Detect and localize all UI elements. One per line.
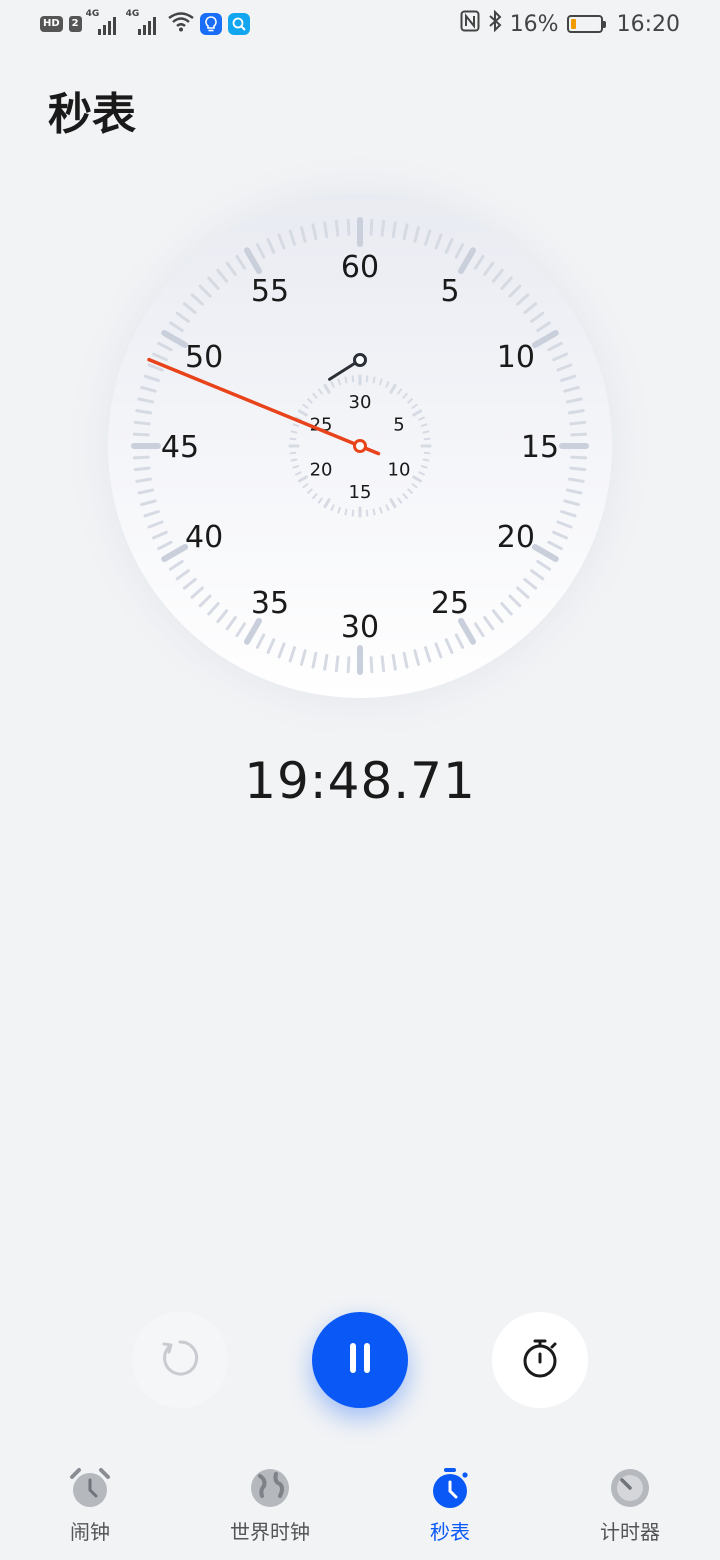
tab-stopwatch[interactable]: 秒表	[360, 1452, 540, 1560]
timer-icon	[608, 1466, 652, 1510]
pause-icon	[340, 1338, 380, 1382]
tab-alarm[interactable]: 闹钟	[0, 1452, 180, 1560]
dial-tick	[380, 219, 386, 237]
bluetooth-icon	[488, 9, 502, 38]
subdial-tick	[290, 430, 298, 434]
status-bar: HD 2 4G 4G 16% 16:20	[0, 0, 720, 52]
tab-world-clock[interactable]: 世界时钟	[180, 1452, 360, 1560]
sim-badge: 2	[68, 16, 82, 32]
page-title: 秒表	[48, 89, 136, 140]
status-right: 16% 16:20	[460, 9, 680, 38]
second-hand-hub	[353, 439, 367, 453]
subdial-tick	[344, 508, 348, 516]
dial-tick	[334, 219, 340, 237]
bottom-tab-bar: 闹钟 世界时钟 秒表 计时器	[0, 1452, 720, 1560]
status-left: HD 2 4G 4G	[40, 9, 250, 36]
lap-stopwatch-icon	[518, 1336, 562, 1384]
subdial-tick	[372, 508, 376, 516]
dial-tick	[133, 420, 151, 426]
tab-timer[interactable]: 计时器	[540, 1452, 720, 1560]
subdial-label: 5	[393, 415, 404, 436]
dial-tick	[369, 218, 374, 236]
subdial-tick	[422, 430, 430, 434]
dial-label: 30	[341, 610, 379, 645]
dial-tick	[132, 432, 150, 437]
subdial-label: 15	[349, 482, 372, 503]
dial-tick	[132, 455, 150, 460]
dial-tick	[133, 466, 151, 472]
reset-button[interactable]	[132, 1312, 228, 1408]
subdial-tick	[422, 458, 430, 462]
globe-icon	[248, 1466, 292, 1510]
dial-label: 5	[440, 274, 459, 309]
network-type-1: 4G	[85, 9, 100, 19]
tab-stopwatch-label: 秒表	[430, 1520, 470, 1544]
subdial-tick	[290, 458, 298, 462]
dial-label: 40	[185, 520, 223, 555]
dial-tick	[570, 432, 588, 437]
subdial-tick	[351, 509, 355, 517]
nfc-icon	[460, 10, 480, 38]
lap-button[interactable]	[492, 1312, 588, 1408]
signal-icon-1: 4G	[86, 9, 116, 35]
subdial-tick	[365, 375, 369, 383]
battery-icon	[566, 15, 606, 33]
stopwatch-icon	[428, 1466, 472, 1510]
tab-alarm-label: 闹钟	[70, 1520, 110, 1544]
dial-label: 55	[251, 274, 289, 309]
dial-label: 20	[497, 520, 535, 555]
subdial-hand-hub	[353, 353, 367, 367]
dial-tick	[569, 420, 587, 426]
dial-tick	[346, 218, 351, 236]
subdial-tick	[423, 437, 431, 441]
dial-tick	[334, 655, 340, 673]
signal-icon-2: 4G	[126, 9, 156, 35]
battery-percent: 16%	[509, 11, 559, 37]
clock-time: 16:20	[616, 11, 680, 37]
subdial-tick	[423, 451, 431, 455]
pause-button[interactable]	[312, 1312, 408, 1408]
dial-label: 45	[161, 430, 199, 465]
subdial-tick	[351, 375, 355, 383]
dial-label: 25	[431, 586, 469, 621]
subdial-tick	[289, 451, 297, 455]
dial-tick	[569, 466, 587, 472]
dial-tick	[346, 656, 351, 674]
dial-label: 15	[521, 430, 559, 465]
tab-world-clock-label: 世界时钟	[230, 1520, 310, 1544]
subdial-tick	[344, 376, 348, 384]
network-type-2: 4G	[125, 9, 140, 19]
dial-svg: 60510152025303540455055 30510152025	[60, 146, 660, 746]
bulb-app-icon	[199, 13, 222, 35]
dial-label: 10	[497, 340, 535, 375]
subdial-label: 30	[349, 392, 372, 413]
subdial-label: 10	[388, 460, 411, 481]
search-app-icon	[227, 13, 250, 35]
tab-timer-label: 计时器	[600, 1520, 660, 1544]
stopwatch-dial: 60 5 10 15 20 25 30 35 40 45 50 55 30 5 10 15 20 25	[0, 140, 720, 760]
dial-label: 60	[341, 250, 379, 285]
wifi-icon	[167, 12, 194, 36]
elapsed-time: 19:48.71	[244, 752, 476, 810]
hd-badge: HD	[40, 16, 63, 32]
subdial-tick	[365, 509, 369, 517]
dial-tick	[380, 655, 386, 673]
dial-tick	[369, 656, 374, 674]
subdial-tick	[289, 437, 297, 441]
subdial-tick	[372, 376, 376, 384]
subdial-label: 20	[310, 460, 333, 481]
dial-label: 35	[251, 586, 289, 621]
reset-icon	[156, 1334, 204, 1386]
alarm-clock-icon	[68, 1466, 112, 1510]
dial-label: 50	[185, 340, 223, 375]
dial-tick	[570, 455, 588, 460]
